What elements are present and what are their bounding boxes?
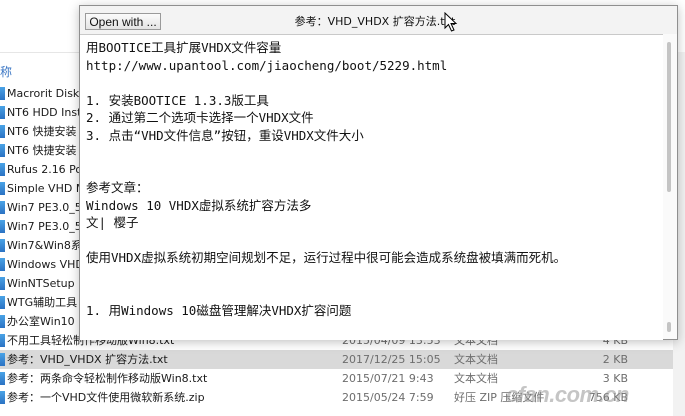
name-column-header[interactable]: 称 xyxy=(0,63,20,79)
file-name: NT6 快捷安装 xyxy=(7,125,77,138)
text-line: http://www.upantool.com/jiaocheng/boot/5… xyxy=(86,57,448,73)
text-line: 用BOOTICE工具扩展VHDX文件容量 xyxy=(86,40,282,55)
file-name: Macrorit Disk xyxy=(7,87,80,100)
file-name: Windows VHD xyxy=(7,258,84,271)
mouse-cursor-icon xyxy=(444,12,458,32)
text-line: Windows 10 VHDX虚拟系统扩容方法多 xyxy=(86,197,312,213)
file-name: WinNTSetup xyxy=(7,277,75,290)
vertical-scrollbar[interactable] xyxy=(663,34,677,339)
file-icon xyxy=(0,87,5,100)
file-row[interactable]: 参考：VHD_VHDX 扩容方法.txt 2017/12/25 15:05 文本文档… xyxy=(0,350,685,369)
file-type: 文本文档 xyxy=(454,372,498,385)
file-icon xyxy=(0,144,5,157)
file-icon xyxy=(0,391,5,404)
open-with-button[interactable]: Open with ... xyxy=(85,13,161,30)
text-line: 3. 点击“VHD文件信息”按钮，重设VHDX文件大小 xyxy=(86,127,364,143)
file-name: Simple VHD M xyxy=(7,182,86,195)
file-icon xyxy=(0,277,5,290)
file-icon xyxy=(0,239,5,252)
text-line: 1. 安装BOOTICE 1.3.3版工具 xyxy=(86,92,269,108)
file-icon xyxy=(0,163,5,176)
file-icon xyxy=(0,125,5,138)
file-name: NT6 快捷安装 xyxy=(7,144,77,157)
file-icon xyxy=(0,220,5,233)
text-line: 文| 樱子 xyxy=(86,215,139,230)
file-icon xyxy=(0,106,5,119)
file-name: 参考：两条命令轻松制作移动版Win8.txt xyxy=(7,372,208,385)
text-line: 2. 通过第二个选项卡选择一个VHDX文件 xyxy=(86,110,314,125)
file-icon xyxy=(0,296,5,309)
watermark-logo: cfan.com.cn xyxy=(506,382,629,407)
file-icon xyxy=(0,372,5,385)
file-icon xyxy=(0,353,5,366)
file-date: 2017/12/25 15:05 xyxy=(342,353,441,366)
file-icon xyxy=(0,201,5,214)
text-viewer-window: Open with ... 参考：VHD_VHDX 扩容方法.txt 用BOOT… xyxy=(79,5,678,340)
file-name: Win7 PE3.0_5 xyxy=(7,201,82,214)
file-name: 参考：一个VHD文件使用微软新系统.zip xyxy=(7,391,205,404)
file-icon xyxy=(0,315,5,328)
file-type: 文本文档 xyxy=(454,353,498,366)
file-name: NT6 HDD Inst xyxy=(7,106,82,119)
text-content-area[interactable]: 用BOOTICE工具扩展VHDX文件容量 http://www.upantool.… xyxy=(80,34,663,340)
file-name: Win7&Win8系 xyxy=(7,239,82,252)
text-line: 使用VHDX虚拟系统初期空间规划不足，运行过程中很可能会造成系统盘被填满而死机。 xyxy=(86,250,567,265)
file-name: 办公室Win10 xyxy=(7,315,75,328)
text-line: 参考文章： xyxy=(86,180,149,195)
text-line: 1. 用Windows 10磁盘管理解决VHDX扩容问题 xyxy=(86,302,352,318)
file-icon xyxy=(0,258,5,271)
file-name: Win7 PE3.0_5 xyxy=(7,220,82,233)
file-date: 2015/05/24 7:59 xyxy=(342,391,434,404)
file-name: 参考：VHD_VHDX 扩容方法.txt xyxy=(7,353,168,366)
file-size: 2 KB xyxy=(602,353,628,366)
viewer-titlebar[interactable]: Open with ... 参考：VHD_VHDX 扩容方法.txt xyxy=(80,6,677,34)
scrollbar-thumb[interactable] xyxy=(667,42,671,192)
file-date: 2015/07/21 9:43 xyxy=(342,372,434,385)
file-name: Rufus 2.16 Po xyxy=(7,163,83,176)
file-icon xyxy=(0,182,5,195)
file-name: WTG辅助工具 xyxy=(7,296,78,309)
file-icon xyxy=(0,334,5,347)
scrollbar-down-indicator[interactable] xyxy=(667,322,671,332)
